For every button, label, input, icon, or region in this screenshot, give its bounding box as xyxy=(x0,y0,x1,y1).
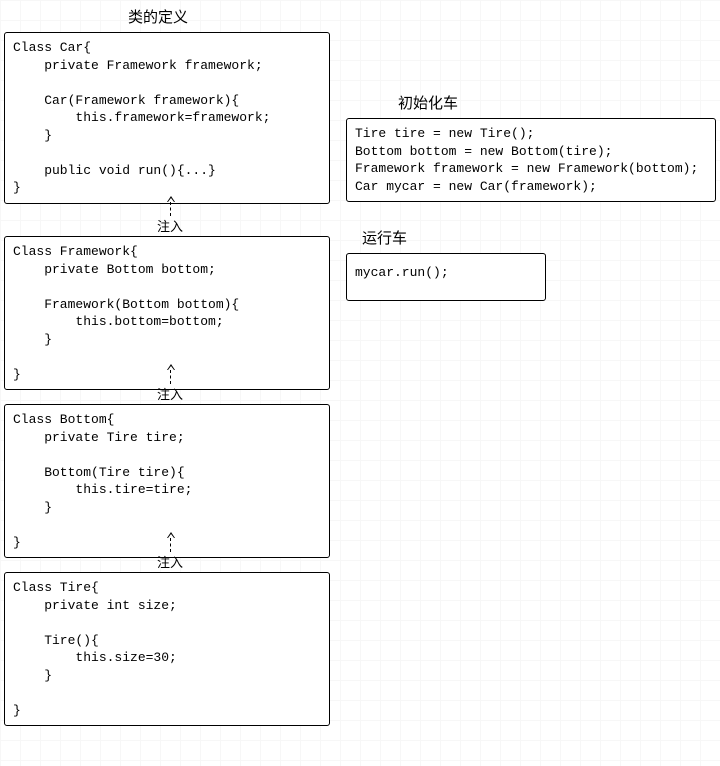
heading-init-car: 初始化车 xyxy=(398,92,458,113)
heading-run-car: 运行车 xyxy=(362,227,407,248)
arrow-inject-3: 注入 xyxy=(130,538,210,571)
arrow-inject-1: 注入 xyxy=(130,202,210,235)
arrow-up-icon xyxy=(167,364,175,370)
arrow-inject-2: 注入 xyxy=(130,370,210,403)
arrow-label-inject-2: 注入 xyxy=(130,384,210,403)
arrow-up-icon xyxy=(167,196,175,202)
arrow-label-inject-3: 注入 xyxy=(130,552,210,571)
heading-class-definition: 类的定义 xyxy=(128,6,188,27)
arrow-up-icon xyxy=(167,532,175,538)
codebox-car: Class Car{ private Framework framework; … xyxy=(4,32,330,204)
codebox-tire: Class Tire{ private int size; Tire(){ th… xyxy=(4,572,330,726)
codebox-init: Tire tire = new Tire(); Bottom bottom = … xyxy=(346,118,716,202)
arrow-label-inject-1: 注入 xyxy=(130,216,210,235)
codebox-run: mycar.run(); xyxy=(346,253,546,301)
